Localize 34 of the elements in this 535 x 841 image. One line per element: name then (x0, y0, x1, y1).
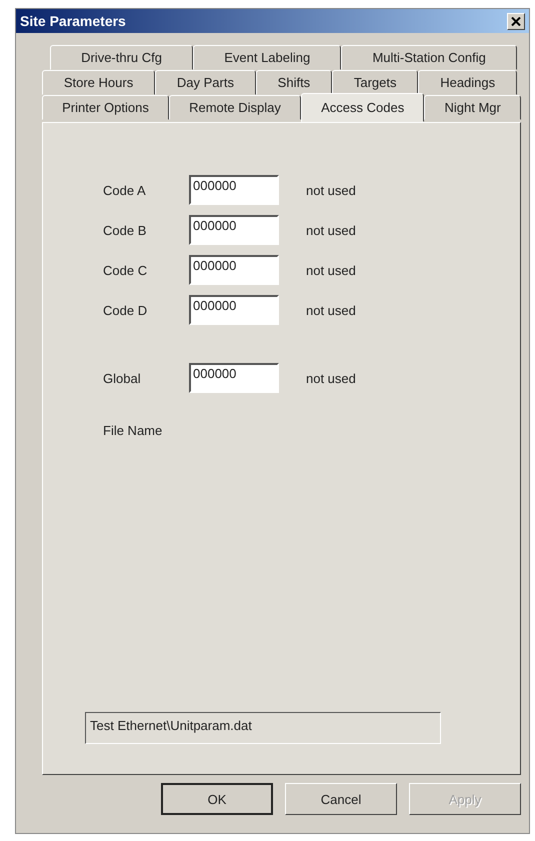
tab[interactable]: Night Mgr (424, 95, 521, 120)
code-input[interactable]: 000000 (189, 175, 279, 205)
code-input[interactable]: 000000 (189, 255, 279, 285)
dialog-button[interactable]: OK (161, 783, 273, 815)
status-text: not used (306, 302, 356, 318)
dialog-button[interactable]: Cancel (285, 783, 397, 815)
tab[interactable]: Headings (418, 70, 517, 95)
status-text: not used (306, 222, 356, 238)
tab[interactable]: Store Hours (42, 70, 156, 95)
file-name-label: File Name (103, 423, 164, 438)
code-input[interactable]: 000000 (189, 363, 279, 393)
code-label: Global (103, 370, 142, 386)
tab[interactable]: Multi-Station Config (341, 45, 517, 70)
code-input[interactable]: 000000 (189, 295, 279, 325)
code-label: Code A (103, 182, 147, 198)
code-input[interactable]: 000000 (189, 215, 279, 245)
close-icon (511, 16, 521, 26)
code-label: Code D (103, 302, 148, 318)
tab[interactable]: Access Codes (301, 93, 424, 122)
code-label: Code B (103, 222, 148, 238)
tab[interactable]: Day Parts (155, 70, 256, 95)
code-label: Code C (103, 262, 148, 278)
tab[interactable]: Shifts (256, 70, 332, 95)
window-title: Site Parameters (20, 13, 126, 29)
close-button[interactable] (507, 12, 525, 30)
status-text: not used (306, 262, 356, 278)
tab[interactable]: Event Labeling (193, 45, 342, 70)
tab[interactable]: Drive-thru Cfg (50, 45, 194, 70)
tab[interactable]: Printer Options (42, 95, 169, 120)
file-name-field: Test Ethernet\Unitparam.dat (85, 712, 441, 744)
status-text: not used (306, 182, 356, 198)
tab[interactable]: Targets (332, 70, 418, 95)
tab[interactable]: Remote Display (168, 95, 301, 120)
status-text: not used (306, 370, 356, 386)
